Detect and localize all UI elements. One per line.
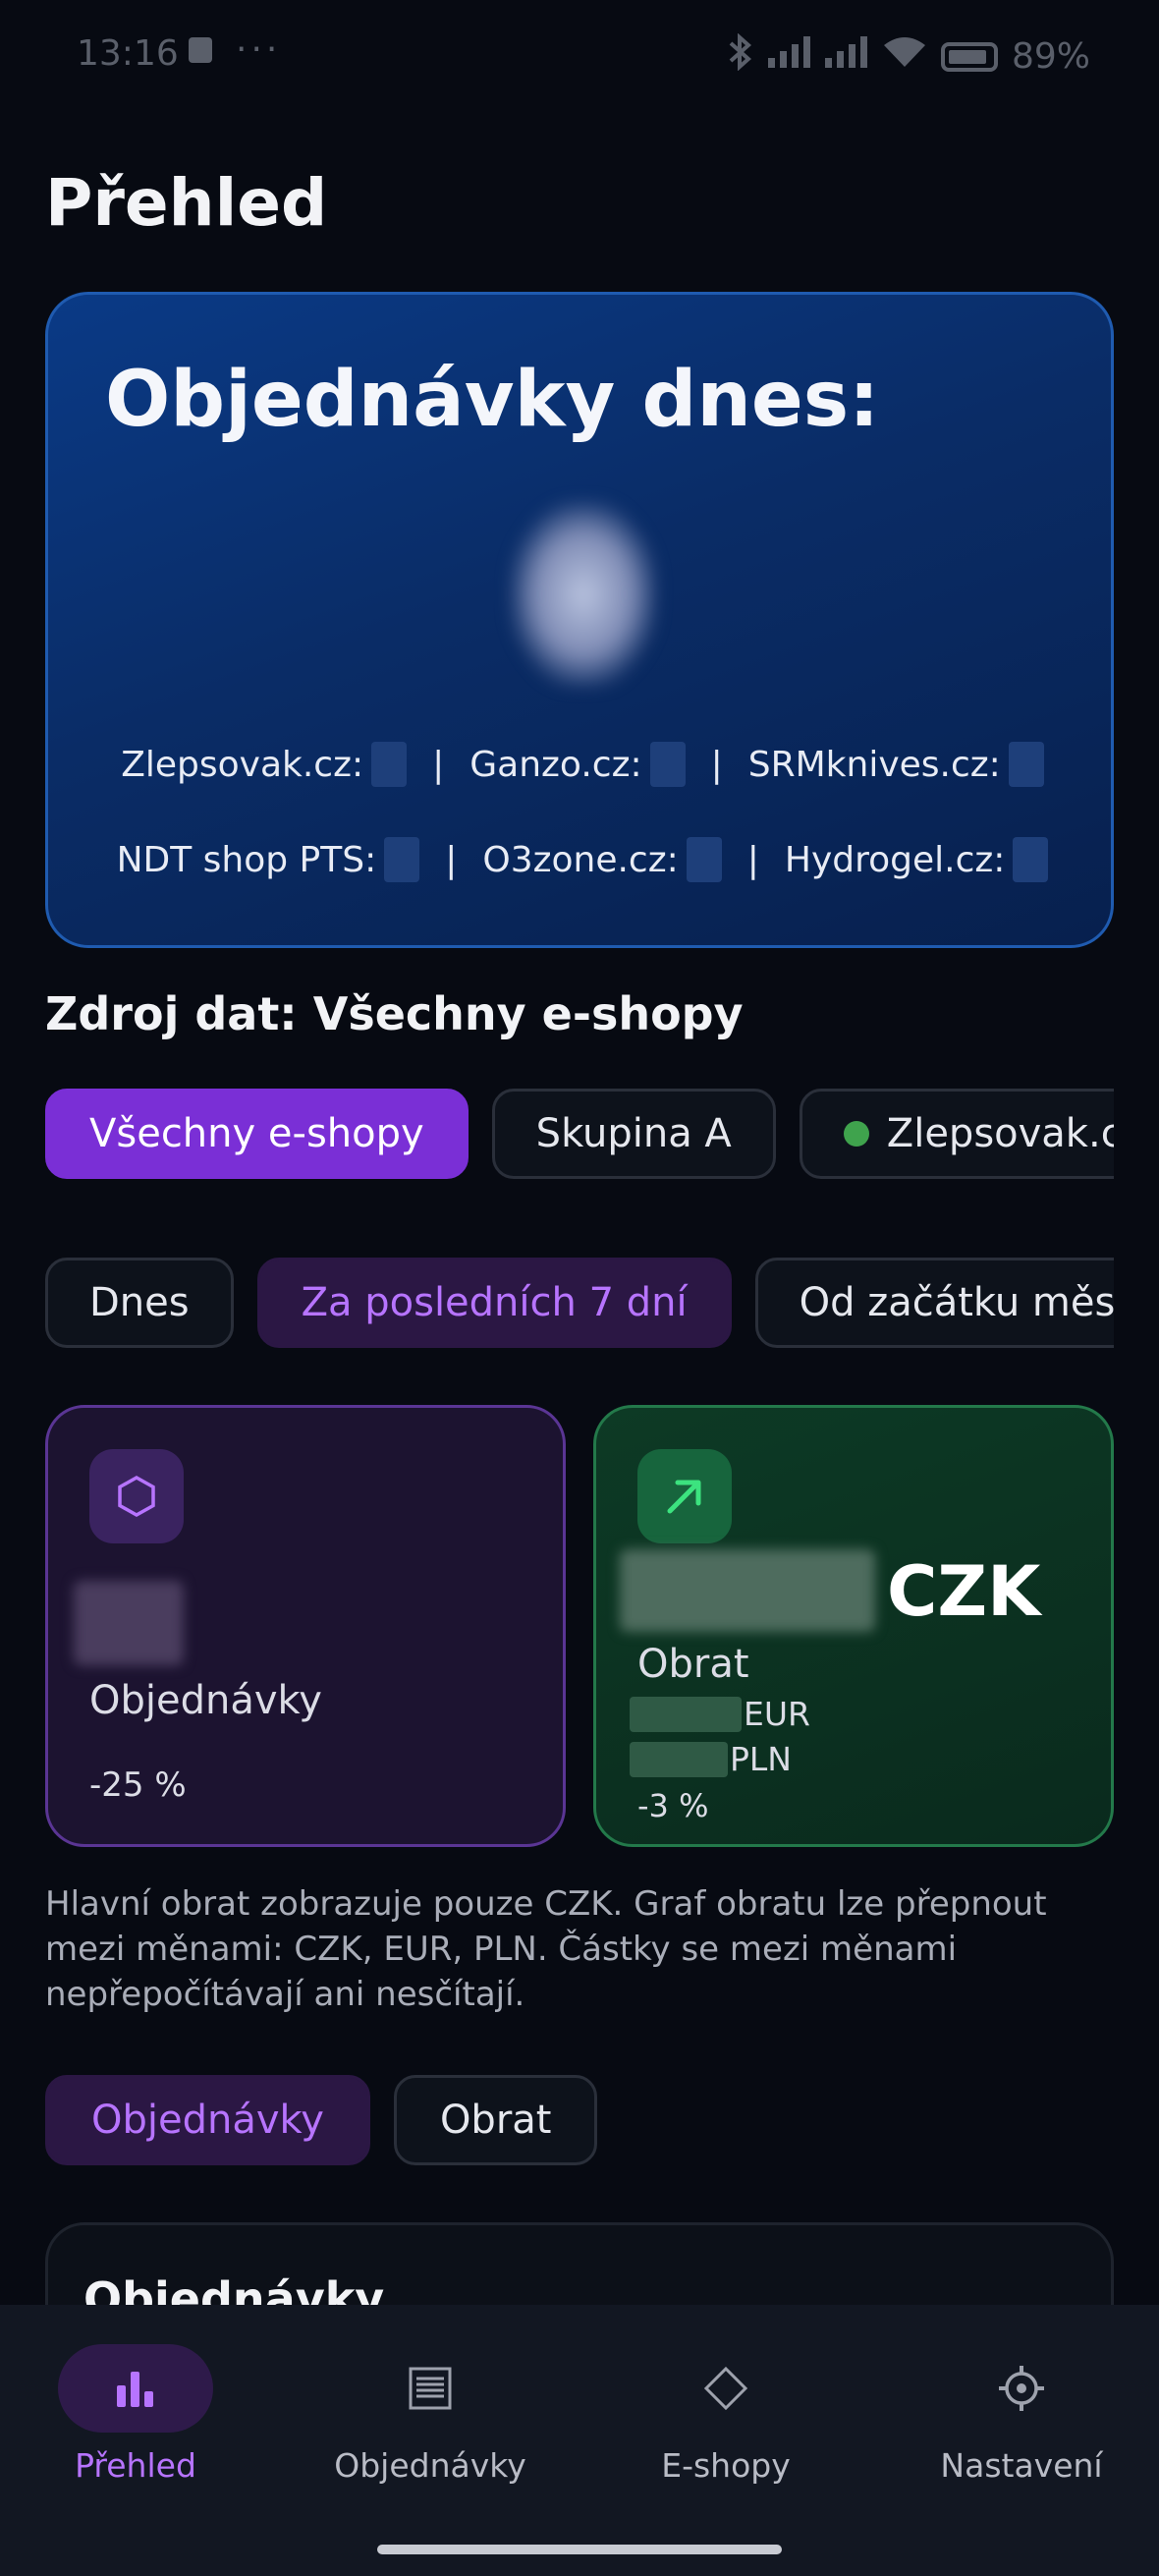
shop-count: Zlepsovak.cz:: [121, 742, 408, 787]
bottom-nav: Přehled Objednávky E-shopy Nastavení: [0, 2305, 1159, 2576]
shop-counts-row-2: NDT shop PTS: | O3zone.cz: | Hydrogel.cz…: [48, 837, 1111, 882]
signal-icon-2: [824, 36, 868, 77]
shop-count: Ganzo.cz:: [469, 742, 686, 787]
revenue-currency: CZK: [887, 1551, 1041, 1632]
shop-count: O3zone.cz:: [482, 837, 722, 882]
bar-chart-icon: [58, 2344, 213, 2433]
data-source-heading: Zdroj dat: Všechny e-shopy: [45, 987, 744, 1040]
status-time: 13:16: [77, 33, 179, 74]
chip-month-to-date[interactable]: Od začátku měsíce: [754, 1258, 1114, 1348]
nav-item-orders[interactable]: Objednávky: [303, 2344, 558, 2521]
orders-today-card: Objednávky dnes: 2 Zlepsovak.cz: | Ganzo…: [45, 292, 1114, 948]
revenue-pln: PLN: [630, 1740, 792, 1778]
currency-note: Hlavní obrat zobrazuje pouze CZK. Graf o…: [45, 1884, 1047, 2014]
diamond-icon: [648, 2344, 803, 2433]
wifi-icon: [882, 35, 927, 78]
hexagon-icon: [89, 1449, 184, 1543]
shop-count: NDT shop PTS:: [117, 837, 420, 882]
chip-all-eshops[interactable]: Všechny e-shopy: [45, 1089, 469, 1179]
nav-item-settings[interactable]: Nastavení: [894, 2344, 1149, 2521]
page-title: Přehled: [45, 165, 328, 241]
lock-icon: [189, 37, 212, 63]
shop-counts-row-1: Zlepsovak.cz: | Ganzo.cz: | SRMknives.cz…: [48, 742, 1111, 787]
chip-zlepsovak[interactable]: Zlepsovak.cz: [799, 1089, 1114, 1179]
gear-icon: [944, 2344, 1099, 2433]
battery-icon: [940, 41, 998, 72]
home-indicator[interactable]: [377, 2545, 782, 2554]
shop-count: Hydrogel.cz:: [785, 837, 1049, 882]
nav-item-overview[interactable]: Přehled: [8, 2344, 263, 2521]
orders-change: -25 %: [89, 1765, 187, 1805]
bluetooth-icon: [727, 32, 754, 80]
status-right: 89%: [727, 32, 1090, 80]
status-dot-icon: [843, 1121, 869, 1147]
shop-count: SRMknives.cz:: [748, 742, 1044, 787]
battery-percent: 89%: [1011, 36, 1090, 77]
chip-group-a[interactable]: Skupina A: [491, 1089, 776, 1179]
arrow-up-right-icon: [637, 1449, 732, 1543]
orders-stat-card[interactable]: Objednávky -25 %: [45, 1405, 566, 1847]
chip-last-7-days[interactable]: Za posledních 7 dní: [256, 1258, 732, 1348]
revenue-label: Obrat: [637, 1642, 749, 1687]
revenue-change: -3 %: [637, 1787, 709, 1822]
orders-label: Objednávky: [89, 1678, 322, 1723]
toggle-revenue[interactable]: Obrat: [393, 2075, 598, 2165]
orders-today-title: Objednávky dnes:: [105, 356, 880, 444]
orders-today-count: 2: [510, 501, 657, 688]
list-icon: [353, 2344, 508, 2433]
revenue-value: [620, 1549, 875, 1632]
revenue-eur: EUR: [630, 1695, 810, 1733]
status-dots: ···: [236, 29, 282, 70]
source-chips: Všechny e-shopy Skupina A Zlepsovak.cz: [45, 1089, 1114, 1179]
revenue-stat-card[interactable]: CZK Obrat EUR PLN -3 %: [593, 1405, 1114, 1847]
period-chips: Dnes Za posledních 7 dní Od začátku měsí…: [45, 1258, 1114, 1348]
nav-item-eshops[interactable]: E-shopy: [598, 2344, 854, 2521]
orders-value: [74, 1581, 184, 1665]
status-bar: 13:16 ··· 89%: [0, 0, 1159, 108]
chip-today[interactable]: Dnes: [45, 1258, 234, 1348]
signal-icon: [767, 36, 811, 77]
chart-metric-toggle: Objednávky Obrat: [45, 2075, 598, 2165]
toggle-orders[interactable]: Objednávky: [45, 2075, 370, 2165]
